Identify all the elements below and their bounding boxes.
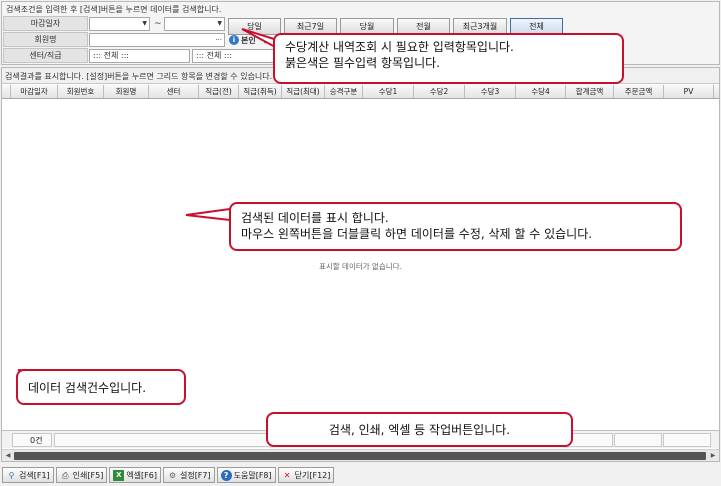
callout-grid-line2: 마우스 왼쪽버튼을 더블클릭 하면 데이터를 수정, 삭제 할 수 있습니다. [241, 227, 593, 241]
callout-input-fields: 수당계산 내역조회 시 필요한 입력항목입니다. 붉은색은 필수입력 항목입니다… [273, 33, 624, 84]
callout-count: 데이터 검색건수입니다. [16, 369, 186, 405]
callout-input-line2: 붉은색은 필수입력 항목입니다. [285, 56, 440, 70]
callout-toolbar: 검색, 인쇄, 엑셀 등 작업버튼입니다. [266, 412, 573, 447]
callout-input-line1: 수당계산 내역조회 시 필요한 입력항목입니다. [285, 40, 514, 54]
callout-grid: 검색된 데이터를 표시 합니다. 마우스 왼쪽버튼을 더블클릭 하면 데이터를 … [229, 202, 682, 251]
callout-grid-line1: 검색된 데이터를 표시 합니다. [241, 211, 389, 225]
